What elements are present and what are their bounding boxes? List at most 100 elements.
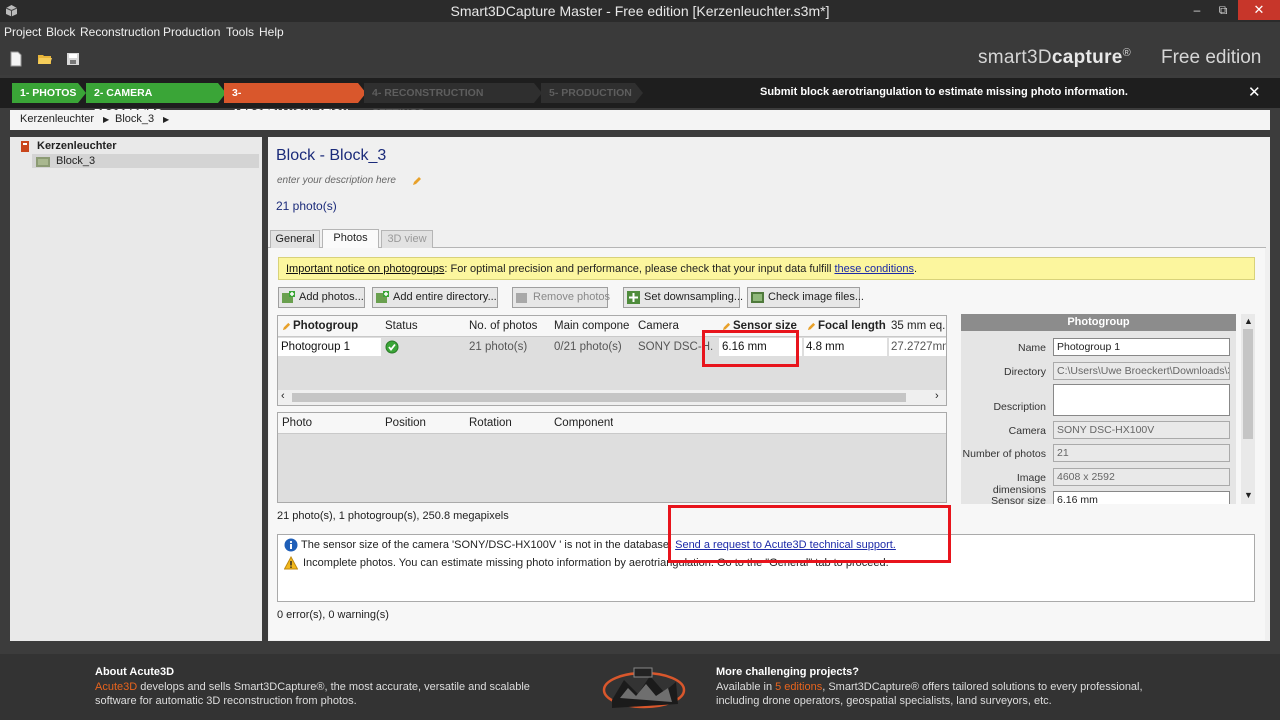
- info-icon: [284, 538, 298, 552]
- prop-label-sensor-size: Sensor size: [991, 495, 1046, 507]
- column-component[interactable]: Component: [554, 417, 613, 429]
- cell-no-of-photos: 21 photo(s): [469, 341, 528, 353]
- scroll-up-icon[interactable]: ▲: [1244, 316, 1253, 326]
- column-main-component[interactable]: Main compone: [554, 320, 631, 332]
- cell-photogroup[interactable]: Photogroup 1: [278, 338, 381, 356]
- edit-pencil-icon[interactable]: [412, 176, 422, 186]
- prop-number-of-photos-field[interactable]: 21: [1053, 444, 1230, 462]
- menu-block[interactable]: Block: [46, 25, 75, 39]
- menu-tools[interactable]: Tools: [226, 25, 254, 39]
- step-photos[interactable]: 1- PHOTOS: [12, 83, 78, 103]
- brand-logo: smart3Dcapture®: [978, 47, 1132, 68]
- project-icon: [21, 141, 29, 152]
- prop-camera-field[interactable]: SONY DSC-HX100V: [1053, 421, 1230, 439]
- column-camera[interactable]: Camera: [638, 320, 679, 332]
- window-title: Smart3DCapture Master - Free edition [Ke…: [450, 3, 830, 19]
- column-photogroup[interactable]: Photogroup: [293, 320, 358, 332]
- prop-label-description: Description: [993, 401, 1046, 413]
- scroll-down-icon[interactable]: ▼: [1244, 490, 1253, 500]
- tab-general[interactable]: General: [270, 230, 320, 248]
- prop-name-field[interactable]: Photogroup 1: [1053, 338, 1230, 356]
- column-photo[interactable]: Photo: [282, 417, 312, 429]
- prop-image-dimensions-field[interactable]: 4608 x 2592: [1053, 468, 1230, 486]
- photos-summary: 21 photo(s), 1 photogroup(s), 250.8 mega…: [277, 510, 509, 522]
- photo-table-header: Photo Position Rotation Component: [278, 413, 946, 434]
- conditions-link[interactable]: these conditions: [834, 263, 914, 275]
- breadcrumb-separator-icon: ▶: [163, 115, 170, 124]
- prop-label-number-of-photos: Number of photos: [962, 448, 1046, 460]
- error-count: 0 error(s), 0 warning(s): [277, 609, 389, 621]
- block-icon: [36, 157, 50, 167]
- column-rotation[interactable]: Rotation: [469, 417, 512, 429]
- column-focal-length[interactable]: Focal length: [818, 320, 886, 332]
- editions-link[interactable]: 5 editions: [775, 681, 822, 693]
- notice-text: Important notice on photogroups: For opt…: [286, 263, 918, 275]
- cell-focal-length[interactable]: 4.8 mm: [804, 338, 887, 356]
- properties-scrollbar[interactable]: ▲ ▼: [1241, 314, 1255, 504]
- steps-close-icon[interactable]: ✕: [1248, 83, 1261, 101]
- editable-column-icon: [807, 322, 816, 331]
- title-bar: Smart3DCapture Master - Free edition [Ke…: [0, 0, 1280, 22]
- tree-project[interactable]: Kerzenleuchter: [37, 140, 116, 152]
- photogroup-notice: Important notice on photogroups: For opt…: [278, 257, 1255, 280]
- new-file-icon[interactable]: [9, 51, 23, 67]
- photogroup-table-header: Photogroup Status No. of photos Main com…: [278, 316, 946, 337]
- breadcrumb-block[interactable]: Block_3: [115, 113, 154, 125]
- step-aerotriangulation[interactable]: 3- AEROTRIANGULATION: [224, 83, 358, 119]
- breadcrumb-project[interactable]: Kerzenleuchter: [20, 113, 94, 125]
- project-tree: Kerzenleuchter Block_3: [10, 137, 262, 641]
- menu-reconstruction[interactable]: Reconstruction: [80, 25, 160, 39]
- scroll-left-icon[interactable]: ‹: [281, 390, 285, 402]
- step-production[interactable]: 5- PRODUCTION: [541, 83, 635, 103]
- save-icon[interactable]: [66, 51, 80, 67]
- step-reconstruction-settings[interactable]: 4- RECONSTRUCTION SETTINGS: [364, 83, 534, 119]
- notice-lead-link[interactable]: Important notice on photogroups: [286, 263, 444, 275]
- sensor-size-highlight: [702, 330, 799, 367]
- prop-label-directory: Directory: [1003, 366, 1046, 378]
- prop-sensor-size-field[interactable]: 6.16 mm: [1053, 491, 1230, 504]
- add-photos-button[interactable]: Add photos...: [278, 287, 365, 308]
- description-field[interactable]: enter your description here: [277, 175, 396, 186]
- column-no-of-photos[interactable]: No. of photos: [469, 320, 537, 332]
- open-folder-icon[interactable]: [37, 51, 53, 67]
- prop-label-name: Name: [1017, 342, 1046, 354]
- column-status[interactable]: Status: [385, 320, 418, 332]
- tree-block[interactable]: Block_3: [56, 155, 95, 167]
- minimize-button[interactable]: –: [1184, 0, 1210, 20]
- set-downsampling-button[interactable]: Set downsampling...: [623, 287, 743, 308]
- brand-edition: Free edition: [1161, 47, 1262, 68]
- menu-production[interactable]: Production: [163, 25, 220, 39]
- scroll-right-icon[interactable]: ›: [935, 390, 939, 402]
- step-arrow: [78, 83, 86, 103]
- prop-description-field[interactable]: [1053, 384, 1230, 416]
- scroll-thumb[interactable]: [292, 393, 906, 402]
- column-35mm-eq[interactable]: 35 mm eq.: [891, 320, 946, 332]
- about-title: About Acute3D: [95, 666, 175, 678]
- tab-3d-view[interactable]: 3D view: [381, 230, 433, 248]
- check-image-files-button[interactable]: Check image files...: [747, 287, 864, 308]
- menu-project[interactable]: Project: [4, 25, 41, 39]
- scroll-thumb[interactable]: [1243, 329, 1253, 439]
- tab-photos[interactable]: Photos: [322, 229, 379, 248]
- photogroup-properties: Photogroup Name Photogroup 1 Directory C…: [961, 314, 1236, 507]
- close-window-button[interactable]: ✕: [1238, 0, 1280, 20]
- photo-count: 21 photo(s): [276, 199, 337, 213]
- column-position[interactable]: Position: [385, 417, 426, 429]
- maximize-button[interactable]: ⧉: [1210, 0, 1236, 20]
- challenging-title: More challenging projects?: [716, 666, 860, 678]
- prop-label-image-dimensions: Image dimensions: [992, 472, 1046, 496]
- prop-directory-field[interactable]: C:\Users\Uwe Broeckert\Downloads\3D: [1053, 362, 1230, 380]
- add-directory-button[interactable]: Add entire directory...: [372, 287, 498, 308]
- downsampling-icon: [627, 291, 640, 304]
- horizontal-scrollbar[interactable]: ‹ ›: [278, 390, 946, 405]
- menu-help[interactable]: Help: [259, 25, 284, 39]
- acute3d-link[interactable]: Acute3D: [95, 681, 137, 693]
- step-camera-properties[interactable]: 2- CAMERA PROPERTIES: [86, 83, 218, 119]
- steps-message: Submit block aerotriangulation to estima…: [760, 86, 1128, 98]
- prop-label-camera: Camera: [1008, 425, 1046, 437]
- cell-35mm-eq[interactable]: 27.2727mm: [889, 338, 946, 356]
- properties-header: Photogroup: [961, 314, 1236, 331]
- cell-main-component: 0/21 photo(s): [554, 341, 622, 353]
- remove-photos-button[interactable]: Remove photos: [512, 287, 610, 308]
- table-row[interactable]: Photogroup 1 21 photo(s) 0/21 photo(s) S…: [278, 337, 946, 357]
